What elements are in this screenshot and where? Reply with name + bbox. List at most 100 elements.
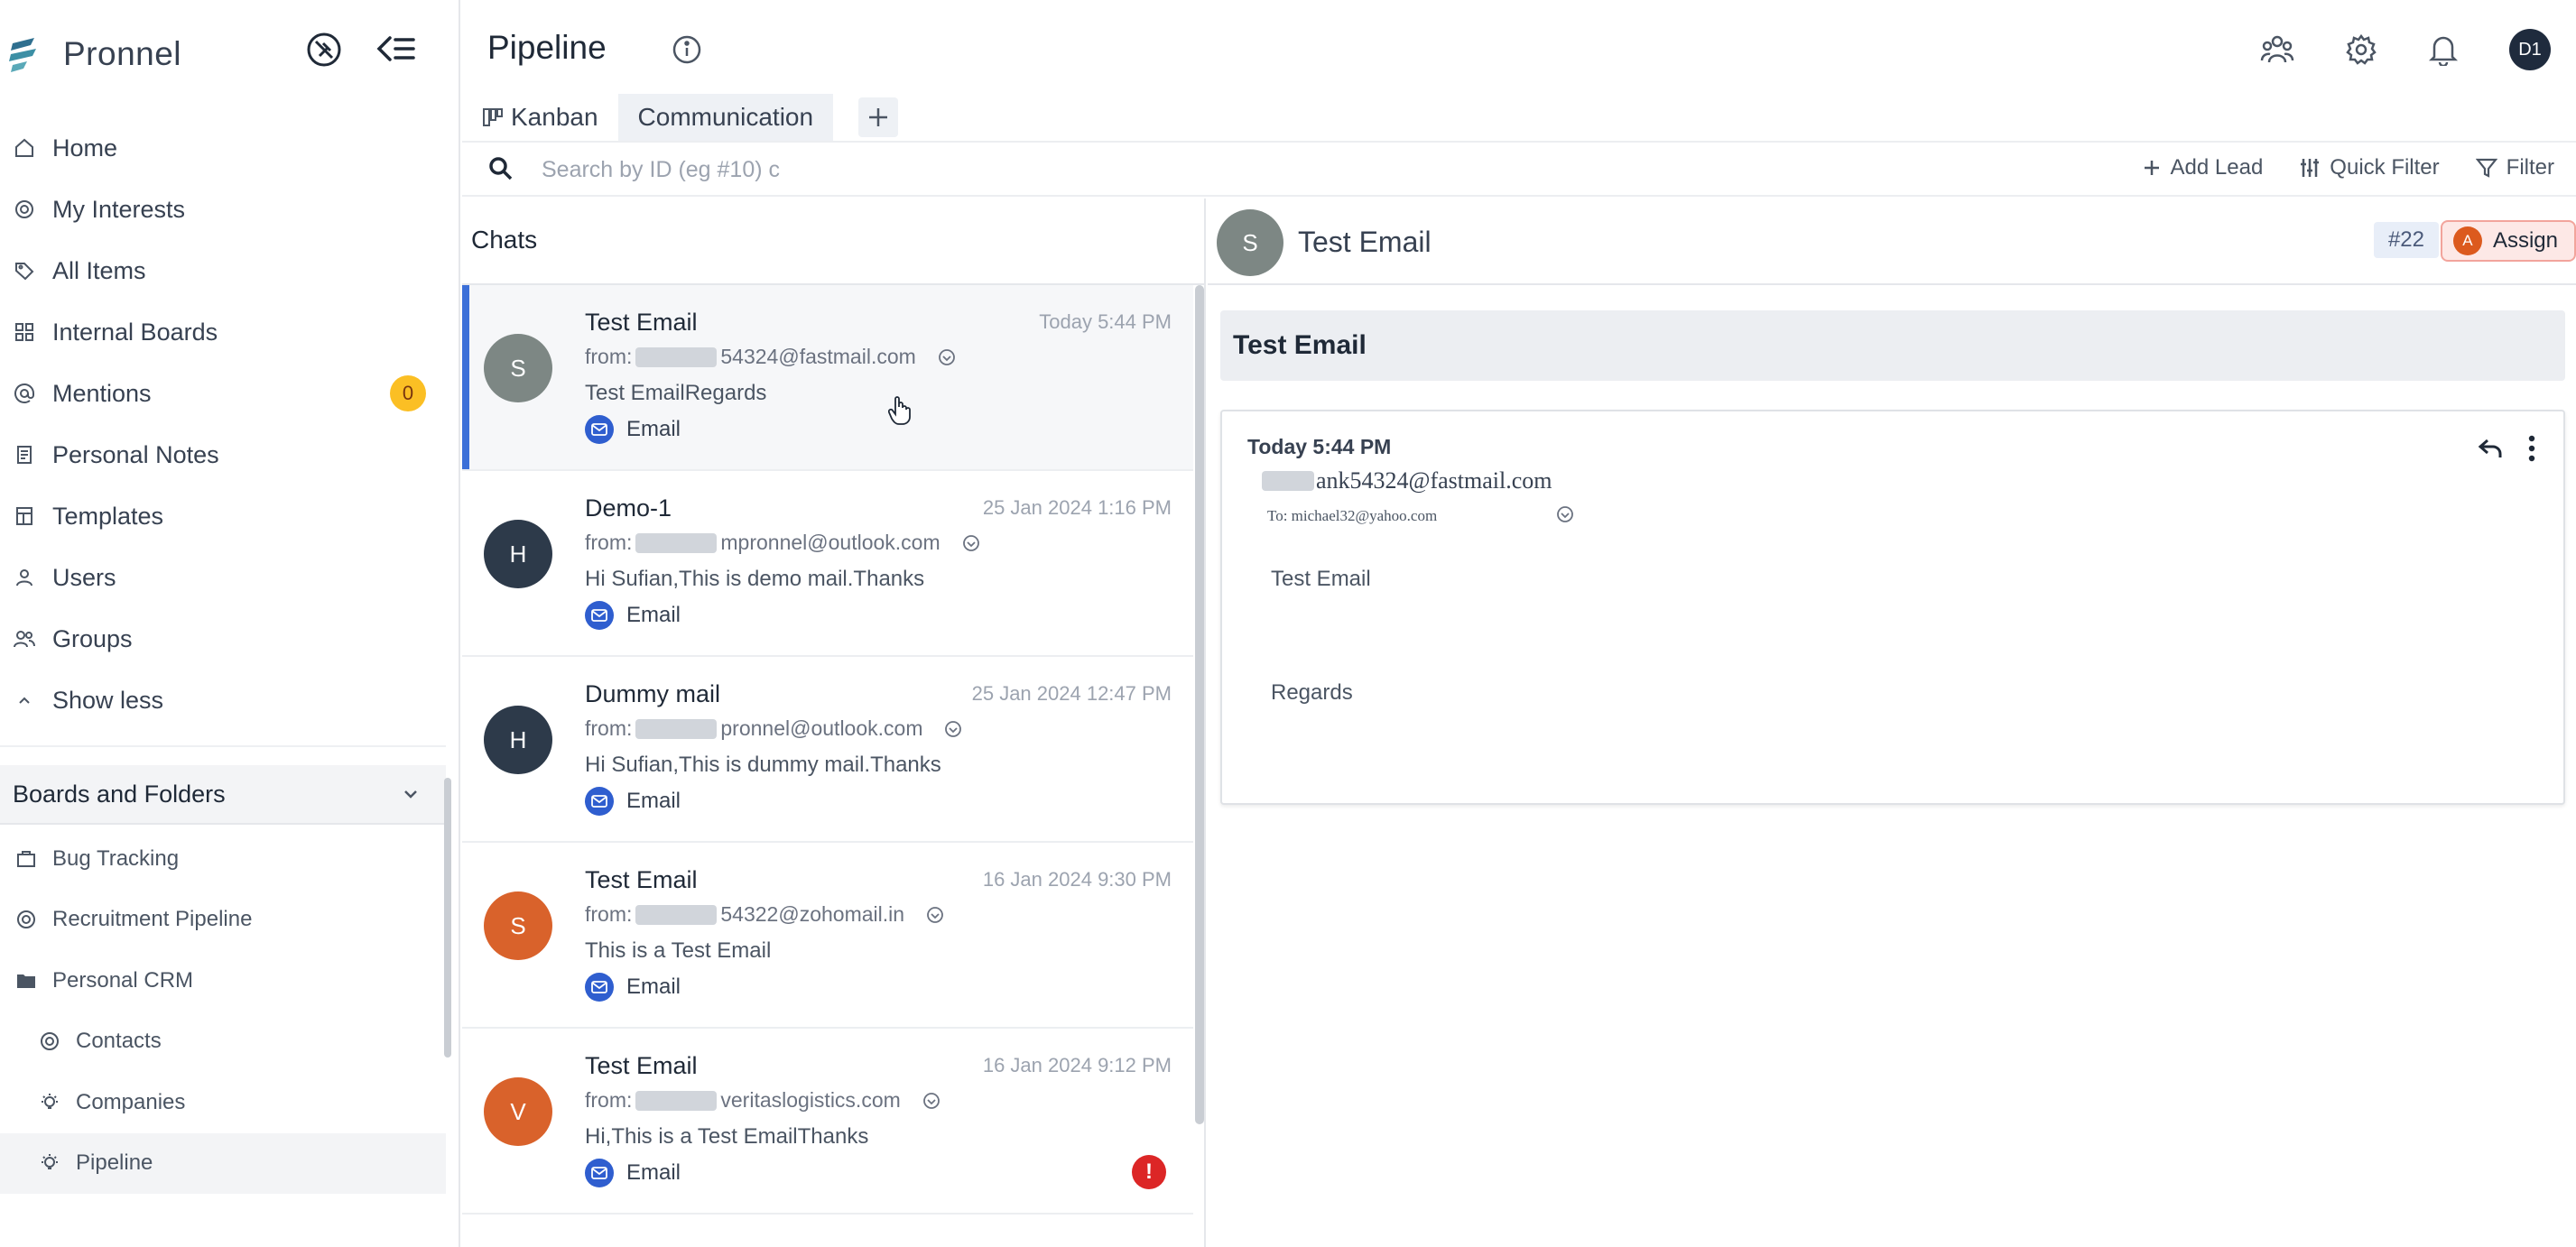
chat-item[interactable]: H Dummy mail 25 Jan 2024 12:47 PM from: … xyxy=(462,657,1193,843)
tab-communication[interactable]: Communication xyxy=(617,94,834,141)
sidebar-item-users[interactable]: Users xyxy=(13,547,446,608)
sidebar-item-label: Users xyxy=(52,563,116,591)
sidebar-item-label: Internal Boards xyxy=(52,318,218,346)
expand-recipients-icon[interactable] xyxy=(926,906,944,924)
chat-subject: Test Email xyxy=(585,1052,698,1079)
chat-time: Today 5:44 PM xyxy=(1039,310,1172,333)
from-prefix: from: xyxy=(585,345,633,368)
sidebar-item-templates[interactable]: Templates xyxy=(13,485,446,547)
conversation-panel: S Test Email #22 A Assign Test Email Tod… xyxy=(1208,199,2576,1247)
chat-avatar: S xyxy=(484,334,552,402)
message-to: To: michael32@yahoo.com xyxy=(1267,507,1438,524)
app-name: Pronnel xyxy=(63,35,182,72)
target-icon xyxy=(16,910,36,929)
channel-label: Email xyxy=(626,1160,681,1185)
board-item-label: Contacts xyxy=(76,1029,162,1054)
search-input[interactable] xyxy=(542,153,803,186)
board-item-recruitment-pipeline[interactable]: Recruitment Pipeline xyxy=(0,890,446,951)
collapse-sidebar-icon[interactable] xyxy=(375,31,417,69)
plus-icon xyxy=(2142,158,2162,178)
boards-header-label: Boards and Folders xyxy=(13,780,226,808)
redacted-text xyxy=(1262,471,1314,491)
expand-recipients-icon[interactable] xyxy=(944,720,962,738)
chat-list-scrollbar[interactable] xyxy=(1195,285,1204,1124)
conversation-title: Test Email xyxy=(1298,226,1432,258)
bell-icon[interactable] xyxy=(2428,33,2459,66)
mail-icon xyxy=(585,1159,614,1187)
home-icon xyxy=(13,136,36,160)
more-options-icon[interactable] xyxy=(2527,435,2536,462)
team-icon[interactable] xyxy=(2260,33,2294,66)
sidebar-item-personal-notes[interactable]: Personal Notes xyxy=(13,424,446,485)
sidebar-item-mentions[interactable]: Mentions 0 xyxy=(13,363,446,424)
boards-and-folders-header[interactable]: Boards and Folders xyxy=(0,765,446,825)
chat-time: 16 Jan 2024 9:30 PM xyxy=(982,868,1172,891)
chat-from: from: 54324@fastmail.com xyxy=(585,345,956,369)
chat-item[interactable]: S Test Email 16 Jan 2024 9:30 PM from: 5… xyxy=(462,843,1193,1029)
show-less-toggle[interactable]: Show less xyxy=(13,670,446,731)
sidebar-item-all-items[interactable]: All Items xyxy=(13,240,446,301)
chat-from: from: veritaslogistics.com xyxy=(585,1088,941,1113)
from-prefix: from: xyxy=(585,902,633,926)
filter-icon xyxy=(2475,157,2497,179)
email-subject: Test Email xyxy=(1220,310,2565,381)
reply-icon[interactable] xyxy=(2477,437,2504,460)
sidebar-nav: Home My Interests All Items Internal Boa… xyxy=(13,117,446,731)
user-avatar[interactable]: D1 xyxy=(2509,29,2551,70)
folder-item-personal-crm[interactable]: Personal CRM xyxy=(0,950,446,1011)
gear-icon[interactable] xyxy=(2345,33,2377,66)
sliders-icon xyxy=(2299,157,2321,179)
filter-button[interactable]: Filter xyxy=(2475,155,2554,180)
target-icon xyxy=(13,198,36,221)
board-item-companies[interactable]: Companies xyxy=(0,1072,446,1133)
boards-list: Bug Tracking Recruitment Pipeline Person… xyxy=(0,828,446,1194)
board-item-contacts[interactable]: Contacts xyxy=(0,1011,446,1073)
from-address: ank54324@fastmail.com xyxy=(1316,467,1552,494)
unpin-icon[interactable] xyxy=(305,31,343,69)
target-icon xyxy=(40,1031,60,1051)
toolbar: Add Lead Quick Filter Filter xyxy=(2142,155,2554,180)
chat-time: 25 Jan 2024 12:47 PM xyxy=(971,682,1172,705)
chat-from: from: pronnel@outlook.com xyxy=(585,716,962,741)
assign-label: Assign xyxy=(2492,228,2558,253)
app-logo[interactable]: Pronnel xyxy=(7,34,181,74)
chat-preview: Hi Sufian,This is dummy mail.Thanks xyxy=(585,753,941,777)
sidebar: Pronnel Home My Interests All Items Inte… xyxy=(0,0,460,1247)
channel-label: Email xyxy=(626,975,681,999)
chat-item[interactable]: H Demo-1 25 Jan 2024 1:16 PM from: mpron… xyxy=(462,471,1193,657)
expand-recipients-icon[interactable] xyxy=(1556,505,1574,523)
board-item-pipeline[interactable]: Pipeline xyxy=(0,1132,446,1194)
sidebar-item-label: Mentions xyxy=(52,379,152,407)
chat-subject: Test Email xyxy=(585,309,698,336)
chat-item[interactable]: V Test Email 16 Jan 2024 9:12 PM from: v… xyxy=(462,1029,1193,1215)
add-tab-button[interactable] xyxy=(858,97,899,137)
quick-filter-button[interactable]: Quick Filter xyxy=(2299,155,2440,180)
chat-channel: Email xyxy=(585,415,681,444)
tab-kanban[interactable]: Kanban xyxy=(462,94,618,141)
chat-subject: Test Email xyxy=(585,866,698,893)
sidebar-item-groups[interactable]: Groups xyxy=(13,608,446,670)
sidebar-item-internal-boards[interactable]: Internal Boards xyxy=(13,301,446,363)
expand-recipients-icon[interactable] xyxy=(922,1092,941,1110)
expand-recipients-icon[interactable] xyxy=(962,534,980,552)
chat-item[interactable]: S Test Email Today 5:44 PM from: 54324@f… xyxy=(462,285,1193,471)
mail-icon xyxy=(585,787,614,816)
chat-from: from: mpronnel@outlook.com xyxy=(585,531,980,555)
conversation-header: S Test Email #22 A Assign xyxy=(1208,199,2576,285)
users-icon xyxy=(13,627,36,651)
assign-button[interactable]: A Assign xyxy=(2440,220,2576,262)
sidebar-item-home[interactable]: Home xyxy=(13,117,446,179)
expand-recipients-icon[interactable] xyxy=(938,348,956,366)
bulb-icon xyxy=(40,1093,60,1113)
sidebar-item-my-interests[interactable]: My Interests xyxy=(13,179,446,240)
sidebar-scrollbar[interactable] xyxy=(444,778,451,1058)
add-lead-button[interactable]: Add Lead xyxy=(2142,155,2263,180)
redacted-text xyxy=(635,904,718,925)
chevron-down-icon[interactable] xyxy=(401,784,421,804)
from-address: veritaslogistics.com xyxy=(720,1088,901,1112)
board-item-bug-tracking[interactable]: Bug Tracking xyxy=(0,828,446,890)
info-icon[interactable] xyxy=(672,34,702,65)
top-bar: Pipeline D1 xyxy=(462,0,2576,94)
sidebar-item-label: Groups xyxy=(52,624,133,652)
item-id-badge[interactable]: #22 xyxy=(2373,222,2439,258)
